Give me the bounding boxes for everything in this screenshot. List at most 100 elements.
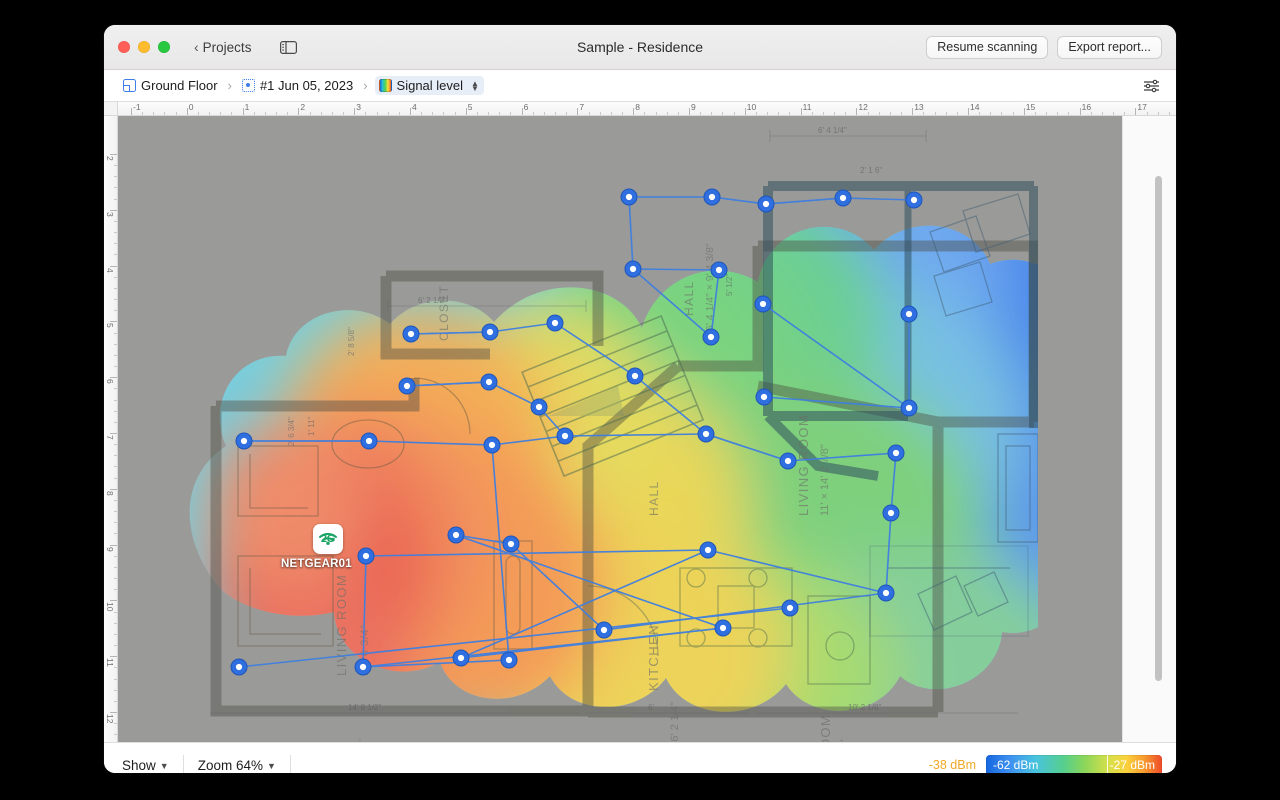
scan-points-icon [241,79,255,92]
maximize-button[interactable] [158,41,170,53]
survey-point[interactable] [697,425,715,443]
vertical-scrollbar[interactable] [1155,176,1162,681]
access-point-marker[interactable]: 2G [313,524,343,554]
show-menu-button[interactable]: Show ▼ [122,752,183,773]
survey-point[interactable] [357,547,375,565]
zoom-menu-label: Zoom 64% [197,757,263,773]
legend-current-value: -38 dBm [928,758,976,772]
survey-point[interactable] [703,188,721,206]
survey-point[interactable] [452,649,470,667]
survey-point[interactable] [877,584,895,602]
survey-point[interactable] [900,305,918,323]
floorplan-drawing: 6' 4 1/4" 2' 1 6" 11' 6' 2 1/2" 14' 8 1/… [210,126,1038,742]
zoom-menu-button[interactable]: Zoom 64% ▼ [198,752,290,773]
ruler-tick-label: 11 [105,658,115,668]
chevron-down-icon: ▼ [159,761,169,771]
ruler-tick-label: -1 [133,102,141,112]
survey-point[interactable] [887,444,905,462]
survey-link [705,433,789,462]
svg-text:1' 11": 1' 11" [307,416,316,436]
survey-point[interactable] [754,295,772,313]
chevron-updown-icon[interactable]: ▲ ▼ [471,79,479,92]
export-report-button[interactable]: Export report... [1057,35,1162,59]
ruler-tick-label: 14 [970,102,980,112]
survey-point[interactable] [483,436,501,454]
survey-point[interactable] [398,377,416,395]
vertical-ruler: 2 3 4 5 6 7 8 9 10 11 12 [104,102,118,742]
breadcrumb-item-visualization[interactable]: Signal level ▲ ▼ [374,76,484,95]
canvas-right-gutter [1122,116,1176,742]
survey-point[interactable] [757,195,775,213]
toolbar-divider [182,755,184,773]
survey-point[interactable] [620,188,638,206]
survey-point[interactable] [702,328,720,346]
survey-point[interactable] [402,325,420,343]
survey-point[interactable] [354,658,372,676]
svg-text:10' 2 1/8": 10' 2 1/8" [848,703,881,712]
svg-text:5' 1/2": 5' 1/2" [725,274,734,296]
survey-point[interactable] [834,189,852,207]
survey-point[interactable] [900,399,918,417]
resume-scanning-button[interactable]: Resume scanning [926,35,1049,59]
survey-point[interactable] [556,427,574,445]
breadcrumb: Ground Floor › #1 Jun 05, 2023 › Signal … [104,70,1176,102]
floorplan-canvas[interactable]: -1 0 1 2 3 4 5 6 7 8 9 10 11 12 13 14 15 16 17 2 3 4 5 6 7 8 9 10 1… [104,102,1176,742]
minimize-button[interactable] [138,41,150,53]
survey-point[interactable] [882,504,900,522]
survey-point[interactable] [624,260,642,278]
svg-text:2' 1 6": 2' 1 6" [860,166,882,175]
ruler-tick-label: 9 [105,546,115,552]
breadcrumb-item-floor[interactable]: Ground Floor [120,77,221,94]
survey-point[interactable] [230,658,248,676]
survey-point[interactable] [595,621,613,639]
survey-link [362,659,510,668]
survey-point[interactable] [235,432,253,450]
survey-point[interactable] [530,398,548,416]
breadcrumb-item-scan[interactable]: #1 Jun 05, 2023 [239,77,356,94]
svg-text:16' 7 1/4" × 16' 2 1/4": 16' 7 1/4" × 16' 2 1/4" [669,702,681,742]
show-menu-label: Show [122,757,156,773]
ruler-tick-label: 13 [914,102,924,112]
back-to-projects-button[interactable]: ‹ Projects [188,35,261,60]
survey-point[interactable] [905,191,923,209]
plan-viewport[interactable]: 6' 4 1/4" 2' 1 6" 11' 6' 2 1/2" 14' 8 1/… [118,116,1176,742]
chevron-left-icon: ‹ [194,38,199,55]
survey-point[interactable] [500,651,518,669]
survey-point[interactable] [755,388,773,406]
ruler-tick-label: 11 [802,102,812,112]
survey-point[interactable] [447,526,465,544]
legend-current-marker [1106,754,1108,773]
survey-point[interactable] [360,432,378,450]
signal-legend: -38 dBm -62 dBm -27 dBm [928,754,1162,773]
survey-link [632,268,720,271]
survey-point[interactable] [779,452,797,470]
ruler-tick-label: 6 [523,102,529,112]
sidebar-toggle-icon[interactable] [275,36,301,58]
app-window: ‹ Projects Sample - Residence Resume sca… [104,25,1176,773]
svg-text:6' 4 1/4": 6' 4 1/4" [818,126,847,135]
survey-point[interactable] [626,367,644,385]
survey-point[interactable] [546,314,564,332]
plan-scroll-zone[interactable]: 6' 4 1/4" 2' 1 6" 11' 6' 2 1/2" 14' 8 1/… [118,116,1122,742]
ruler-tick-label: 10 [746,102,757,112]
survey-point[interactable] [481,323,499,341]
survey-point[interactable] [699,541,717,559]
ruler-tick-label: 12 [858,102,868,112]
survey-link [410,331,491,335]
legend-color-scale[interactable]: -62 dBm -27 dBm [986,754,1162,773]
ruler-tick-label: 5 [105,323,115,329]
survey-point[interactable] [781,599,799,617]
filter-sliders-icon[interactable] [1140,76,1162,96]
toolbar-divider [289,755,291,773]
survey-link [885,512,892,594]
breadcrumb-label-floor: Ground Floor [141,78,218,93]
survey-link [632,268,712,338]
survey-point[interactable] [714,619,732,637]
survey-point[interactable] [502,535,520,553]
breadcrumb-label-visualization: Signal level [396,78,464,93]
ruler-tick-label: 10 [105,602,115,612]
survey-point[interactable] [480,373,498,391]
horizontal-ruler: -1 0 1 2 3 4 5 6 7 8 9 10 11 12 13 14 15 16 17 [104,102,1176,116]
survey-point[interactable] [710,261,728,279]
close-button[interactable] [118,41,130,53]
